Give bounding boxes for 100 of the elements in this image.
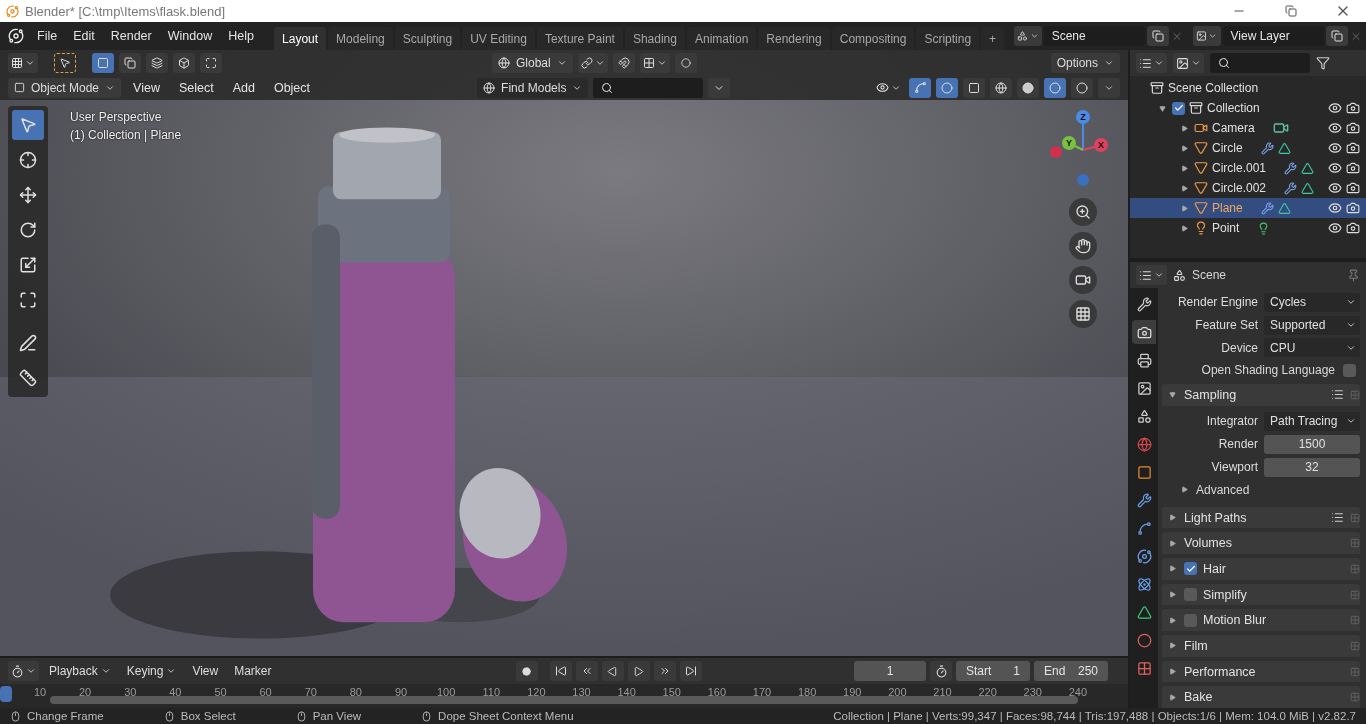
menu-item[interactable]: Add	[225, 76, 262, 99]
outliner-row[interactable]: Point	[1130, 218, 1366, 238]
outliner-row[interactable]: Camera	[1130, 118, 1366, 138]
viewport-info-text: (1) Collection | Plane	[70, 128, 183, 142]
dropdown[interactable]: Path Tracing	[1264, 411, 1360, 431]
panel-header[interactable]: Hair	[1162, 558, 1360, 580]
panel-header[interactable]: Light Paths	[1162, 506, 1360, 529]
frame-tick-label: 120	[526, 686, 547, 698]
frame-tick-label: 80	[348, 686, 363, 698]
panel-title: Sampling	[1184, 387, 1238, 402]
workspace-tab[interactable]: Scripting	[916, 27, 980, 50]
frame-tick-label: 20	[78, 686, 93, 698]
workspace-tab[interactable]: Layout	[274, 27, 327, 50]
field-label: Open Shading Language	[1201, 363, 1335, 378]
frame-tick-label: 200	[887, 686, 908, 698]
outliner-item-label: Circle.002	[1212, 181, 1267, 195]
frame-value: 250	[1077, 664, 1098, 678]
menu-item[interactable]: Keying	[120, 661, 183, 681]
frame-tick-label: 180	[797, 686, 818, 698]
panel-title: Motion Blur	[1203, 613, 1268, 628]
outliner-item-label: Camera	[1212, 121, 1255, 135]
panel-title: Hair	[1203, 561, 1227, 576]
field-label: Render	[1217, 437, 1258, 452]
panel-title: Volumes	[1184, 536, 1233, 551]
frame-tick-label: 50	[213, 686, 228, 698]
menu-item[interactable]: Playback	[43, 661, 117, 681]
workspace-tab[interactable]: Modeling	[328, 27, 393, 50]
outliner-row[interactable]: Collection	[1130, 98, 1366, 118]
panel-title: Simplify	[1203, 587, 1248, 602]
outliner-row[interactable]: Circle.002	[1130, 178, 1366, 198]
workspace-tab[interactable]: Texture Paint	[536, 27, 623, 50]
outliner-item-label: Point	[1212, 221, 1240, 235]
frame-tick-label: 190	[842, 686, 863, 698]
field-label: Feature Set	[1194, 318, 1258, 333]
outliner-row[interactable]: Circle	[1130, 138, 1366, 158]
outliner-row[interactable]: Circle.001	[1130, 158, 1366, 178]
menu-item[interactable]: Window	[160, 25, 220, 47]
menu-item[interactable]: Help	[221, 25, 261, 47]
window-title: Blender* [C:\tmp\Items\flask.blend]	[25, 3, 227, 19]
scene-field[interactable]: Scene	[1043, 26, 1146, 46]
frame-tick-label: 30	[123, 686, 138, 698]
outliner-item-label: Collection	[1207, 101, 1260, 115]
panel-header[interactable]: Simplify	[1162, 583, 1360, 606]
frame-tick-label: 90	[393, 686, 409, 698]
menu-item[interactable]: Marker	[228, 661, 278, 681]
current-frame-field[interactable]: 1	[854, 661, 926, 681]
panel-header[interactable]: Performance	[1162, 660, 1360, 683]
panel-header[interactable]: Motion Blur	[1162, 609, 1360, 632]
frame-tick-label: 230	[1022, 686, 1043, 698]
start-frame-field[interactable]: Start 1	[956, 661, 1030, 681]
menu-item[interactable]: Render	[103, 25, 159, 47]
options-dropdown[interactable]: Options	[1050, 52, 1120, 73]
number-field[interactable]: 32	[1264, 457, 1360, 477]
frame-tick-label: 40	[168, 686, 183, 698]
frame-tick-label: 170	[752, 686, 772, 698]
frame-value: 1	[1013, 664, 1020, 678]
panel-header[interactable]: Volumes	[1162, 532, 1360, 555]
status-hint: Pan View	[312, 710, 362, 722]
frame-tick-label: 130	[571, 686, 592, 698]
dropdown[interactable]: Supported	[1264, 315, 1360, 335]
number-field[interactable]: 1500	[1264, 434, 1360, 454]
workspace-tab[interactable]: Rendering	[758, 27, 830, 50]
status-hint: Box Select	[180, 710, 236, 722]
menu-item[interactable]: View	[186, 661, 225, 681]
menu-item[interactable]: Edit	[66, 25, 102, 47]
workspace-tab[interactable]: UV Editing	[462, 27, 535, 50]
find-models-dropdown[interactable]: Find Models	[477, 77, 589, 98]
orientation-dropdown[interactable]: Global	[492, 52, 573, 73]
workspace-tab[interactable]: +	[981, 27, 1005, 50]
navigation-gizmo[interactable]: Z Y X	[1046, 108, 1120, 192]
frame-tick-label: 220	[977, 686, 998, 698]
panel-header[interactable]: Film	[1162, 635, 1360, 657]
view-layer-field[interactable]: View Layer	[1222, 26, 1325, 46]
workspace-tab[interactable]: Compositing	[831, 27, 915, 50]
field-label: Render Engine	[1176, 295, 1258, 310]
outliner-item-label: Plane	[1212, 201, 1243, 215]
status-hint: Dope Sheet Context Menu	[438, 710, 574, 722]
workspace-tab[interactable]: Sculpting	[394, 27, 461, 50]
menu-item[interactable]: Object	[266, 76, 318, 99]
dropdown[interactable]: Cycles	[1264, 292, 1360, 312]
dropdown[interactable]: CPU	[1264, 338, 1360, 358]
frame-tick-label: 70	[303, 686, 318, 698]
workspace-tab[interactable]: Animation	[686, 27, 757, 50]
subpanel-title[interactable]: Advanced	[1196, 482, 1250, 497]
panel-header[interactable]: Bake	[1162, 686, 1360, 708]
panel-title: Light Paths	[1184, 510, 1248, 525]
field-label: Viewport	[1210, 460, 1258, 475]
frame-tick-label: 60	[258, 686, 273, 698]
mode-dropdown[interactable]: Object Mode	[8, 77, 122, 98]
field-label: Integrator	[1205, 414, 1258, 429]
end-frame-field[interactable]: End 250	[1034, 661, 1108, 681]
panel-header[interactable]: Sampling	[1162, 384, 1360, 406]
workspace-tab[interactable]: Shading	[624, 27, 685, 50]
outliner-item-label: Scene Collection	[1168, 81, 1259, 95]
field-label: Device	[1220, 340, 1258, 355]
menu-item[interactable]: File	[30, 25, 65, 47]
status-hint: Change Frame	[27, 710, 104, 722]
menu-item[interactable]: View	[126, 76, 167, 99]
outliner-row[interactable]: Plane	[1130, 198, 1366, 218]
menu-item[interactable]: Select	[171, 76, 221, 99]
